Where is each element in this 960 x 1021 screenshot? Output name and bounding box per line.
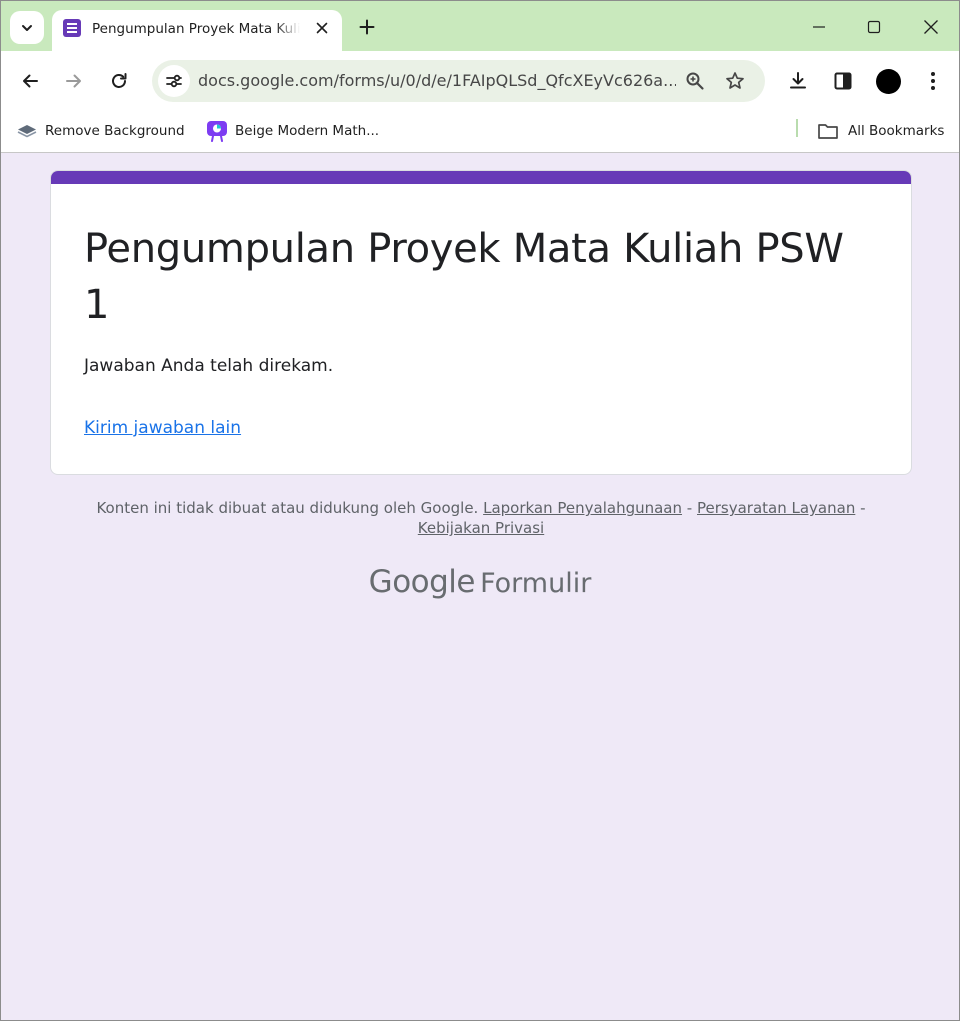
google-forms-icon: [63, 19, 81, 37]
terms-of-service-link[interactable]: Persyaratan Layanan: [697, 499, 855, 517]
download-icon: [790, 72, 806, 89]
close-icon: [316, 22, 328, 34]
bookmark-beige-modern-math[interactable]: Beige Modern Math...: [206, 119, 379, 143]
brand-google: Google: [368, 564, 476, 600]
maximize-icon: [867, 20, 881, 34]
profile-avatar[interactable]: [876, 69, 901, 94]
bookmark-label: Beige Modern Math...: [235, 123, 380, 139]
address-bar[interactable]: docs.google.com/forms/u/0/d/e/1FAIpQLSd_…: [152, 60, 765, 102]
disclaimer-text: Konten ini tidak dibuat atau didukung ol…: [96, 499, 479, 517]
confirmation-message: Jawaban Anda telah direkam.: [84, 356, 334, 376]
star-icon: [726, 72, 744, 89]
side-panel-icon: [834, 72, 852, 90]
all-bookmarks-button[interactable]: All Bookmarks: [817, 119, 944, 143]
tab-search-button[interactable]: [10, 11, 44, 44]
url-text[interactable]: docs.google.com/forms/u/0/d/e/1FAIpQLSd_…: [198, 71, 676, 90]
minimize-icon: [813, 26, 825, 28]
canva-icon: [207, 121, 227, 142]
forward-button[interactable]: [60, 67, 88, 95]
downloads-button[interactable]: [784, 67, 812, 95]
tab-title: Pengumpulan Proyek Mata Kuliah PSW 1: [92, 21, 300, 37]
chevron-down-icon: [22, 24, 32, 31]
back-button[interactable]: [16, 67, 44, 95]
reload-button[interactable]: [105, 67, 133, 95]
bookmarks-bar: Remove Background Beige Modern Math... A…: [1, 111, 959, 153]
tune-icon: [166, 74, 182, 88]
footer-separator: -: [860, 499, 866, 517]
bookmark-star-button[interactable]: [724, 70, 746, 92]
form-title: Pengumpulan Proyek Mata Kuliah PSW 1: [84, 226, 844, 328]
brand-product: Formulir: [480, 568, 592, 599]
site-info-button[interactable]: [158, 65, 190, 97]
close-tab-button[interactable]: [312, 18, 332, 38]
zoom-in-icon: [686, 72, 704, 90]
footer-disclaimer: Konten ini tidak dibuat atau didukung ol…: [61, 498, 901, 538]
layers-icon: [17, 125, 37, 138]
close-window-button[interactable]: [917, 13, 945, 41]
privacy-policy-link[interactable]: Kebijakan Privasi: [418, 519, 544, 537]
bookmarks-separator: [796, 119, 798, 137]
google-forms-logo[interactable]: Google Formulir: [1, 564, 959, 600]
confirmation-card: Pengumpulan Proyek Mata Kuliah PSW 1 Jaw…: [50, 170, 912, 475]
arrow-right-icon: [66, 74, 81, 88]
active-tab[interactable]: Pengumpulan Proyek Mata Kuliah PSW 1: [52, 10, 342, 51]
browser-titlebar: Pengumpulan Proyek Mata Kuliah PSW 1: [1, 1, 959, 51]
reload-icon: [112, 73, 127, 88]
submit-another-response-link[interactable]: Kirim jawaban lain: [84, 418, 241, 438]
folder-icon: [818, 124, 838, 139]
minimize-button[interactable]: [805, 13, 833, 41]
zoom-button[interactable]: [684, 70, 706, 92]
maximize-button[interactable]: [860, 13, 888, 41]
menu-button[interactable]: [919, 67, 947, 95]
card-accent-bar: [51, 171, 911, 184]
browser-toolbar: docs.google.com/forms/u/0/d/e/1FAIpQLSd_…: [1, 51, 959, 111]
more-vert-icon: [931, 72, 935, 90]
bookmark-label: Remove Background: [45, 123, 185, 139]
report-abuse-link[interactable]: Laporkan Penyalahgunaan: [483, 499, 682, 517]
side-panel-button[interactable]: [829, 67, 857, 95]
footer-separator: -: [686, 499, 693, 517]
arrow-left-icon: [23, 74, 38, 88]
new-tab-button[interactable]: [356, 16, 378, 38]
bookmark-remove-background[interactable]: Remove Background: [17, 119, 185, 143]
plus-icon: [359, 19, 375, 35]
close-icon: [924, 20, 938, 34]
all-bookmarks-label: All Bookmarks: [848, 123, 945, 139]
